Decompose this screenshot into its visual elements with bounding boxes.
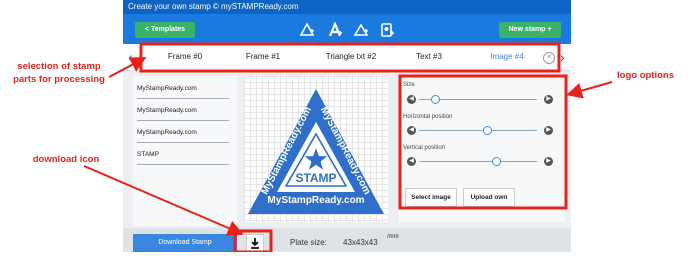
tabs-prev-arrow[interactable]: ‹ (128, 47, 133, 67)
increase-icon[interactable]: ▶ (544, 126, 553, 135)
logo-options-arrow (566, 81, 613, 99)
stamp-center-text: STAMP (295, 171, 336, 185)
plate-size-label: Plate size: (290, 238, 327, 247)
tab-image-4[interactable]: Image #4 (477, 44, 537, 70)
horizontal-position-label: Horizontal position (403, 114, 453, 120)
stamp-editor-app: Create your own stamp © mySTAMPReady.com… (123, 0, 571, 252)
stamp-parts-tabs: ‹ Frame #0 Frame #1 Triangle txt #2 Text… (123, 44, 571, 71)
download-arrow-icon (251, 238, 259, 249)
text-fields-panel: MyStampReady.com MyStampReady.com MyStam… (133, 76, 237, 226)
annotation-parts-selection: selection of stamp parts for processing (13, 61, 105, 85)
stamp-canvas[interactable]: STAMP MyStampReady.com MyStampReady.com … (244, 76, 388, 222)
annotation-logo-options: logo options (617, 70, 674, 81)
add-frame-icon[interactable] (299, 22, 315, 38)
add-triangle-text-icon[interactable] (353, 22, 369, 38)
add-text-icon[interactable] (327, 22, 343, 38)
tab-text-3[interactable]: Text #3 (401, 44, 457, 70)
text-field[interactable]: MyStampReady.com (137, 124, 229, 143)
stamp-preview: STAMP MyStampReady.com MyStampReady.com … (248, 89, 384, 214)
slider-knob[interactable] (492, 157, 502, 166)
size-label: Size (403, 82, 415, 88)
download-icon[interactable] (246, 234, 264, 252)
stamp-bottom-edge-text: MyStampReady.com (267, 195, 364, 206)
tabs-next-arrow[interactable]: › (560, 47, 565, 67)
size-slider[interactable]: ◀ ▶ (403, 95, 553, 105)
decrease-icon[interactable]: ◀ (407, 95, 416, 104)
text-field[interactable]: MyStampReady.com (137, 80, 229, 99)
slider-track (419, 130, 537, 131)
increase-icon[interactable]: ▶ (544, 95, 553, 104)
slider-track (419, 161, 537, 162)
logo-options-panel: Size ◀ ▶ Horizontal position ◀ ▶ Vertica… (399, 76, 565, 222)
select-image-button[interactable]: Select image (405, 188, 457, 207)
horizontal-position-slider[interactable]: ◀ ▶ (403, 126, 553, 136)
slider-knob[interactable] (431, 95, 441, 104)
tab-frame-0[interactable]: Frame #0 (153, 44, 217, 70)
download-stamp-button[interactable]: Download Stamp (133, 234, 237, 252)
vertical-position-label: Vertical position (403, 145, 446, 151)
increase-icon[interactable]: ▶ (544, 157, 553, 166)
slider-knob[interactable] (482, 126, 492, 135)
new-stamp-button[interactable]: New stamp + (499, 22, 561, 38)
text-field[interactable]: STAMP (137, 146, 229, 165)
window-title: Create your own stamp © mySTAMPReady.com (123, 0, 571, 14)
toolbar: < Templates New stamp + (123, 14, 571, 44)
add-image-icon[interactable] (379, 22, 395, 38)
decrease-icon[interactable]: ◀ (407, 126, 416, 135)
close-icon[interactable]: ✕ (543, 52, 555, 64)
tab-frame-1[interactable]: Frame #1 (231, 44, 295, 70)
annotation-download-icon: download icon (32, 154, 100, 165)
plate-size-value: 43x43x43 (343, 238, 378, 247)
decrease-icon[interactable]: ◀ (407, 157, 416, 166)
plate-size-unit: /mm (387, 234, 399, 240)
vertical-position-slider[interactable]: ◀ ▶ (403, 157, 553, 167)
upload-own-button[interactable]: Upload own (463, 188, 515, 207)
tab-triangle-txt-2[interactable]: Triangle txt #2 (309, 44, 393, 70)
text-field[interactable]: MyStampReady.com (137, 102, 229, 121)
templates-button[interactable]: < Templates (135, 22, 195, 38)
